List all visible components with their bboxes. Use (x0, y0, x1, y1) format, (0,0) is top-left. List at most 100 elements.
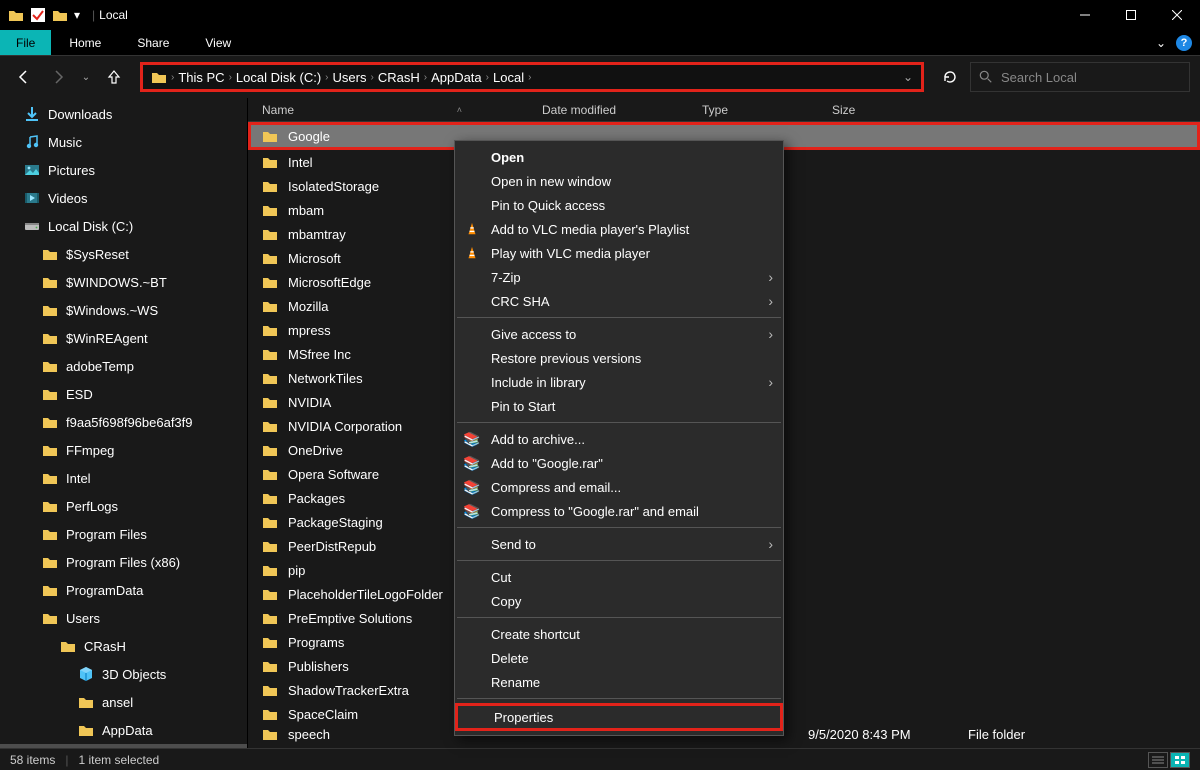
tree-item[interactable]: ESD (0, 380, 247, 408)
ctx-vlc-add-playlist[interactable]: Add to VLC media player's Playlist (455, 217, 783, 241)
ctx-compress-google-email[interactable]: 📚Compress to "Google.rar" and email (455, 499, 783, 523)
ctx-open-new-window[interactable]: Open in new window (455, 169, 783, 193)
folder-icon (262, 491, 278, 505)
tree-item-label: Music (48, 135, 82, 150)
recent-locations-button[interactable]: ⌄ (78, 64, 94, 90)
tree-item[interactable]: f9aa5f698f96be6af3f9 (0, 408, 247, 436)
disk-icon (24, 218, 40, 234)
folder-icon (42, 274, 58, 290)
tree-item[interactable]: $WinREAgent (0, 324, 247, 352)
ctx-add-google-rar[interactable]: 📚Add to "Google.rar" (455, 451, 783, 475)
ctx-properties[interactable]: Properties (455, 703, 783, 731)
view-icons-button[interactable] (1170, 752, 1190, 768)
tree-item[interactable]: $Windows.~WS (0, 296, 247, 324)
tree-item-label: PerfLogs (66, 499, 118, 514)
row-name: SpaceClaim (288, 707, 358, 722)
maximize-button[interactable] (1108, 0, 1154, 30)
folder-icon (262, 659, 278, 673)
tree-item[interactable]: ProgramData (0, 576, 247, 604)
address-bar[interactable]: › This PC› Local Disk (C:)› Users› CRasH… (140, 62, 924, 92)
address-history-button[interactable]: ⌄ (903, 70, 913, 84)
ctx-open[interactable]: Open (455, 145, 783, 169)
tree-item[interactable]: Intel (0, 464, 247, 492)
column-name[interactable]: Name (262, 103, 294, 117)
tree-item-label: ProgramData (66, 583, 143, 598)
search-box[interactable] (970, 62, 1190, 92)
tree-item-label: $SysReset (66, 247, 129, 262)
tree-item[interactable]: ansel (0, 688, 247, 716)
ctx-delete[interactable]: Delete (455, 646, 783, 670)
tree-item[interactable]: CRasH (0, 632, 247, 660)
tree-item[interactable]: Local Disk (C:) (0, 212, 247, 240)
folder-icon (262, 371, 278, 385)
breadcrumb-item: Local› (493, 70, 531, 85)
ctx-compress-email[interactable]: 📚Compress and email... (455, 475, 783, 499)
close-button[interactable] (1154, 0, 1200, 30)
ctx-7zip[interactable]: 7-Zip› (455, 265, 783, 289)
ctx-separator (457, 422, 781, 423)
view-details-button[interactable] (1148, 752, 1168, 768)
ctx-give-access[interactable]: Give access to› (455, 322, 783, 346)
row-name: MicrosoftEdge (288, 275, 371, 290)
tree-item[interactable]: Local (0, 744, 247, 748)
row-name: OneDrive (288, 443, 343, 458)
tree-item[interactable]: PerfLogs (0, 492, 247, 520)
column-type[interactable]: Type (702, 103, 832, 117)
tree-item[interactable]: Downloads (0, 100, 247, 128)
breadcrumb-item: CRasH› (378, 70, 427, 85)
status-selected-count: 1 item selected (78, 753, 159, 767)
tree-item[interactable]: Pictures (0, 156, 247, 184)
ctx-rename[interactable]: Rename (455, 670, 783, 694)
forward-button[interactable] (44, 64, 72, 90)
tree-item[interactable]: Users (0, 604, 247, 632)
overflow-button[interactable]: ▾ (74, 8, 80, 22)
tree-item[interactable]: 3D Objects (0, 660, 247, 688)
ribbon-file-tab[interactable]: File (0, 30, 51, 55)
search-input[interactable] (1001, 70, 1181, 85)
ctx-copy[interactable]: Copy (455, 589, 783, 613)
ribbon-expand-button[interactable]: ⌄ (1156, 36, 1166, 50)
tree-item[interactable]: adobeTemp (0, 352, 247, 380)
tree-item[interactable]: Program Files (0, 520, 247, 548)
column-size[interactable]: Size (832, 103, 912, 117)
address-folder-icon (151, 70, 167, 84)
row-name: PreEmptive Solutions (288, 611, 412, 626)
ctx-cut[interactable]: Cut (455, 565, 783, 589)
ctx-create-shortcut[interactable]: Create shortcut (455, 622, 783, 646)
tree-item[interactable]: FFmpeg (0, 436, 247, 464)
ctx-include-library[interactable]: Include in library› (455, 370, 783, 394)
winrar-icon: 📚 (463, 430, 481, 448)
tree-item[interactable]: $WINDOWS.~BT (0, 268, 247, 296)
ribbon-tab-view[interactable]: View (187, 30, 249, 55)
folder-icon (42, 246, 58, 262)
folder-icon (42, 414, 58, 430)
tree-item[interactable]: AppData (0, 716, 247, 744)
ctx-restore-previous[interactable]: Restore previous versions (455, 346, 783, 370)
ctx-pin-start[interactable]: Pin to Start (455, 394, 783, 418)
pictures-icon (24, 162, 40, 178)
ctx-send-to[interactable]: Send to› (455, 532, 783, 556)
breadcrumb-item: Users› (333, 70, 374, 85)
ribbon-tab-share[interactable]: Share (119, 30, 187, 55)
folder-icon (262, 611, 278, 625)
ctx-crc-sha[interactable]: CRC SHA› (455, 289, 783, 313)
column-headers[interactable]: Name˄ Date modified Type Size (248, 98, 1200, 122)
tree-item[interactable]: Videos (0, 184, 247, 212)
refresh-button[interactable] (936, 62, 964, 92)
ctx-add-archive[interactable]: 📚Add to archive... (455, 427, 783, 451)
folder-icon (42, 610, 58, 626)
ctx-pin-quick-access[interactable]: Pin to Quick access (455, 193, 783, 217)
tree-item[interactable]: $SysReset (0, 240, 247, 268)
ribbon-tab-home[interactable]: Home (51, 30, 119, 55)
up-button[interactable] (100, 64, 128, 90)
ctx-vlc-play[interactable]: Play with VLC media player (455, 241, 783, 265)
breadcrumb-item: This PC› (178, 70, 232, 85)
music-icon (24, 134, 40, 150)
tree-item[interactable]: Music (0, 128, 247, 156)
column-date[interactable]: Date modified (542, 103, 702, 117)
row-name: Publishers (288, 659, 349, 674)
tree-item[interactable]: Program Files (x86) (0, 548, 247, 576)
help-button[interactable]: ? (1176, 35, 1192, 51)
back-button[interactable] (10, 64, 38, 90)
minimize-button[interactable] (1062, 0, 1108, 30)
